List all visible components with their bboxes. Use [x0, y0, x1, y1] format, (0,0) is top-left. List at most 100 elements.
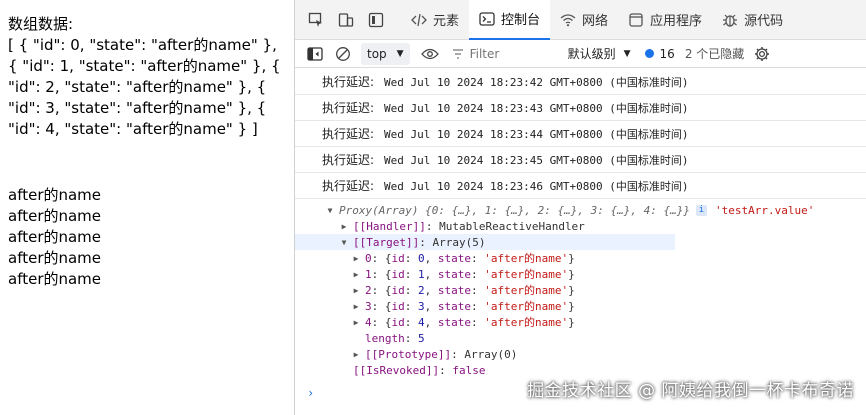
entry-key: 4 [365, 315, 372, 329]
log-value: Wed Jul 10 2024 18:23:46 GMT+0800 (中国标准时… [384, 179, 689, 193]
proxy-summary-row[interactable]: ▼ Proxy(Array) {0: {…}, 1: {…}, 2: {…}, … [295, 202, 866, 218]
log-label: 执行延迟: [322, 153, 375, 167]
tab-label: 应用程序 [650, 14, 703, 29]
console-prompt[interactable]: › [307, 386, 314, 400]
tab-application[interactable]: 应用程序 [618, 0, 712, 40]
name-list: after的name after的name after的name after的n… [8, 185, 286, 290]
list-item: after的name [8, 186, 102, 204]
bug-icon [722, 12, 738, 28]
console-output: 执行延迟: Wed Jul 10 2024 18:23:42 GMT+0800 (… [295, 69, 866, 415]
target-key: [[Target]] [353, 235, 420, 249]
handler-row[interactable]: ▶ [[Handler]]: MutableReactiveHandler [295, 218, 866, 234]
prototype-row[interactable]: ▶ [[Prototype]]: Array(0) [295, 346, 866, 362]
levels-label: 默认级别 [567, 47, 616, 61]
target-value: Array(5) [432, 235, 486, 249]
entry-key: 3 [365, 299, 372, 313]
triangle-collapsed-icon[interactable]: ▶ [351, 302, 361, 311]
list-item: after的name [8, 207, 102, 225]
context-value: top [367, 46, 387, 61]
length-key: length [365, 331, 405, 345]
sidebar-toggle-icon[interactable] [305, 44, 325, 64]
target-row[interactable]: ▼ [[Target]]: Array(5) [295, 234, 675, 250]
array-entry-row[interactable]: ▶ 4: {id: 4, state: 'after的name'} [295, 314, 866, 330]
code-icon [411, 13, 427, 27]
caret-down-icon: ▼ [623, 48, 631, 59]
proxy-object-tree: ▼ Proxy(Array) {0: {…}, 1: {…}, 2: {…}, … [295, 199, 866, 378]
tab-console[interactable]: 控制台 [469, 0, 551, 40]
tab-label: 控制台 [501, 13, 541, 28]
watermark: 掘金技术社区 @ 阿姨给我倒一杯卡布奇诺 [527, 381, 854, 401]
inspect-icon[interactable] [305, 9, 327, 31]
console-log-line: 执行延迟: Wed Jul 10 2024 18:23:46 GMT+0800 (… [295, 173, 866, 199]
handler-value: MutableReactiveHandler [439, 219, 585, 233]
entry-state: 'after的name' [484, 284, 569, 297]
entry-id: 0 [418, 251, 425, 265]
clear-console-icon[interactable] [333, 44, 353, 64]
log-label: 执行延迟: [322, 127, 375, 141]
log-label: 执行延迟: [322, 75, 375, 89]
filter-input[interactable] [469, 46, 550, 61]
triangle-expanded-icon[interactable]: ▼ [325, 206, 335, 215]
entry-state: 'after的name' [484, 316, 569, 329]
device-emulation-icon[interactable] [335, 9, 357, 31]
array-entry-row[interactable]: ▶ 3: {id: 3, state: 'after的name'} [295, 298, 866, 314]
tab-elements[interactable]: 元素 [401, 0, 469, 40]
entry-id: 2 [418, 283, 425, 297]
triangle-collapsed-icon[interactable]: ▶ [351, 350, 361, 359]
log-value: Wed Jul 10 2024 18:23:43 GMT+0800 (中国标准时… [384, 101, 689, 115]
dock-side-icon[interactable] [365, 9, 387, 31]
triangle-collapsed-icon[interactable]: ▶ [351, 254, 361, 263]
list-item: after的name [8, 270, 102, 288]
console-log-line: 执行延迟: Wed Jul 10 2024 18:23:44 GMT+0800 (… [295, 121, 866, 147]
log-value: Wed Jul 10 2024 18:23:45 GMT+0800 (中国标准时… [384, 153, 689, 167]
prototype-key: [[Prototype]] [365, 347, 452, 361]
proxy-label: 'testArr.value' [715, 203, 815, 217]
entry-key: 2 [365, 283, 372, 297]
length-value: 5 [418, 331, 425, 345]
array-entry-row[interactable]: ▶ 1: {id: 1, state: 'after的name'} [295, 266, 866, 282]
console-log-line: 执行延迟: Wed Jul 10 2024 18:23:42 GMT+0800 (… [295, 69, 866, 95]
context-selector[interactable]: top ▼ [361, 42, 410, 65]
prototype-value: Array(0) [464, 347, 518, 361]
log-label: 执行延迟: [322, 179, 375, 193]
devtools-panel: 元素 控制台 网络 应用程序 源代码 top ▼ Filter 默认级别 ▼ 1… [294, 0, 866, 415]
triangle-collapsed-icon[interactable]: ▶ [351, 270, 361, 279]
triangle-collapsed-icon[interactable]: ▶ [351, 286, 361, 295]
revoked-value: false [452, 363, 486, 377]
issue-icon [644, 49, 654, 58]
log-value: Wed Jul 10 2024 18:23:44 GMT+0800 (中国标准时… [384, 127, 689, 141]
gear-icon[interactable] [752, 44, 772, 64]
console-toolbar: top ▼ 默认级别 ▼ 16 2 个已隐藏 [295, 40, 866, 68]
triangle-collapsed-icon[interactable]: ▶ [339, 222, 349, 231]
array-entry-row[interactable]: ▶ 0: {id: 0, state: 'after的name'} [295, 250, 866, 266]
caret-down-icon: ▼ [396, 48, 404, 59]
triangle-expanded-icon[interactable]: ▼ [339, 238, 349, 247]
log-levels-dropdown[interactable]: 默认级别 ▼ [568, 45, 631, 62]
revoked-key: [[IsRevoked]] [353, 363, 440, 377]
console-log-line: 执行延迟: Wed Jul 10 2024 18:23:45 GMT+0800 (… [295, 147, 866, 173]
tab-network[interactable]: 网络 [550, 0, 618, 40]
tab-sources[interactable]: 源代码 [712, 0, 793, 40]
entry-state: 'after的name' [484, 252, 569, 265]
filter-field[interactable] [452, 43, 562, 65]
app-icon [628, 12, 644, 27]
log-label: 执行延迟: [322, 101, 375, 115]
entry-key: 1 [365, 267, 372, 281]
entry-key: 0 [365, 251, 372, 265]
array-entry-row[interactable]: ▶ 2: {id: 2, state: 'after的name'} [295, 282, 866, 298]
console-icon [479, 11, 495, 26]
issues-counter[interactable]: 16 [644, 47, 675, 61]
handler-key: [[Handler]] [353, 219, 426, 233]
eye-icon[interactable] [420, 44, 440, 64]
filter-icon [452, 48, 464, 60]
wifi-icon [560, 13, 576, 27]
devtools-tabbar: 元素 控制台 网络 应用程序 源代码 [295, 0, 866, 40]
hidden-messages-count: 2 个已隐藏 [684, 47, 745, 61]
triangle-collapsed-icon[interactable]: ▶ [351, 318, 361, 327]
page-content: 数组数据: [ { "id": 0, "state": "after的name"… [0, 0, 294, 415]
tab-label: 元素 [433, 14, 460, 29]
list-item: after的name [8, 228, 102, 246]
info-icon[interactable]: i [696, 204, 707, 216]
entry-state: 'after的name' [484, 300, 569, 313]
entry-id: 3 [418, 299, 425, 313]
